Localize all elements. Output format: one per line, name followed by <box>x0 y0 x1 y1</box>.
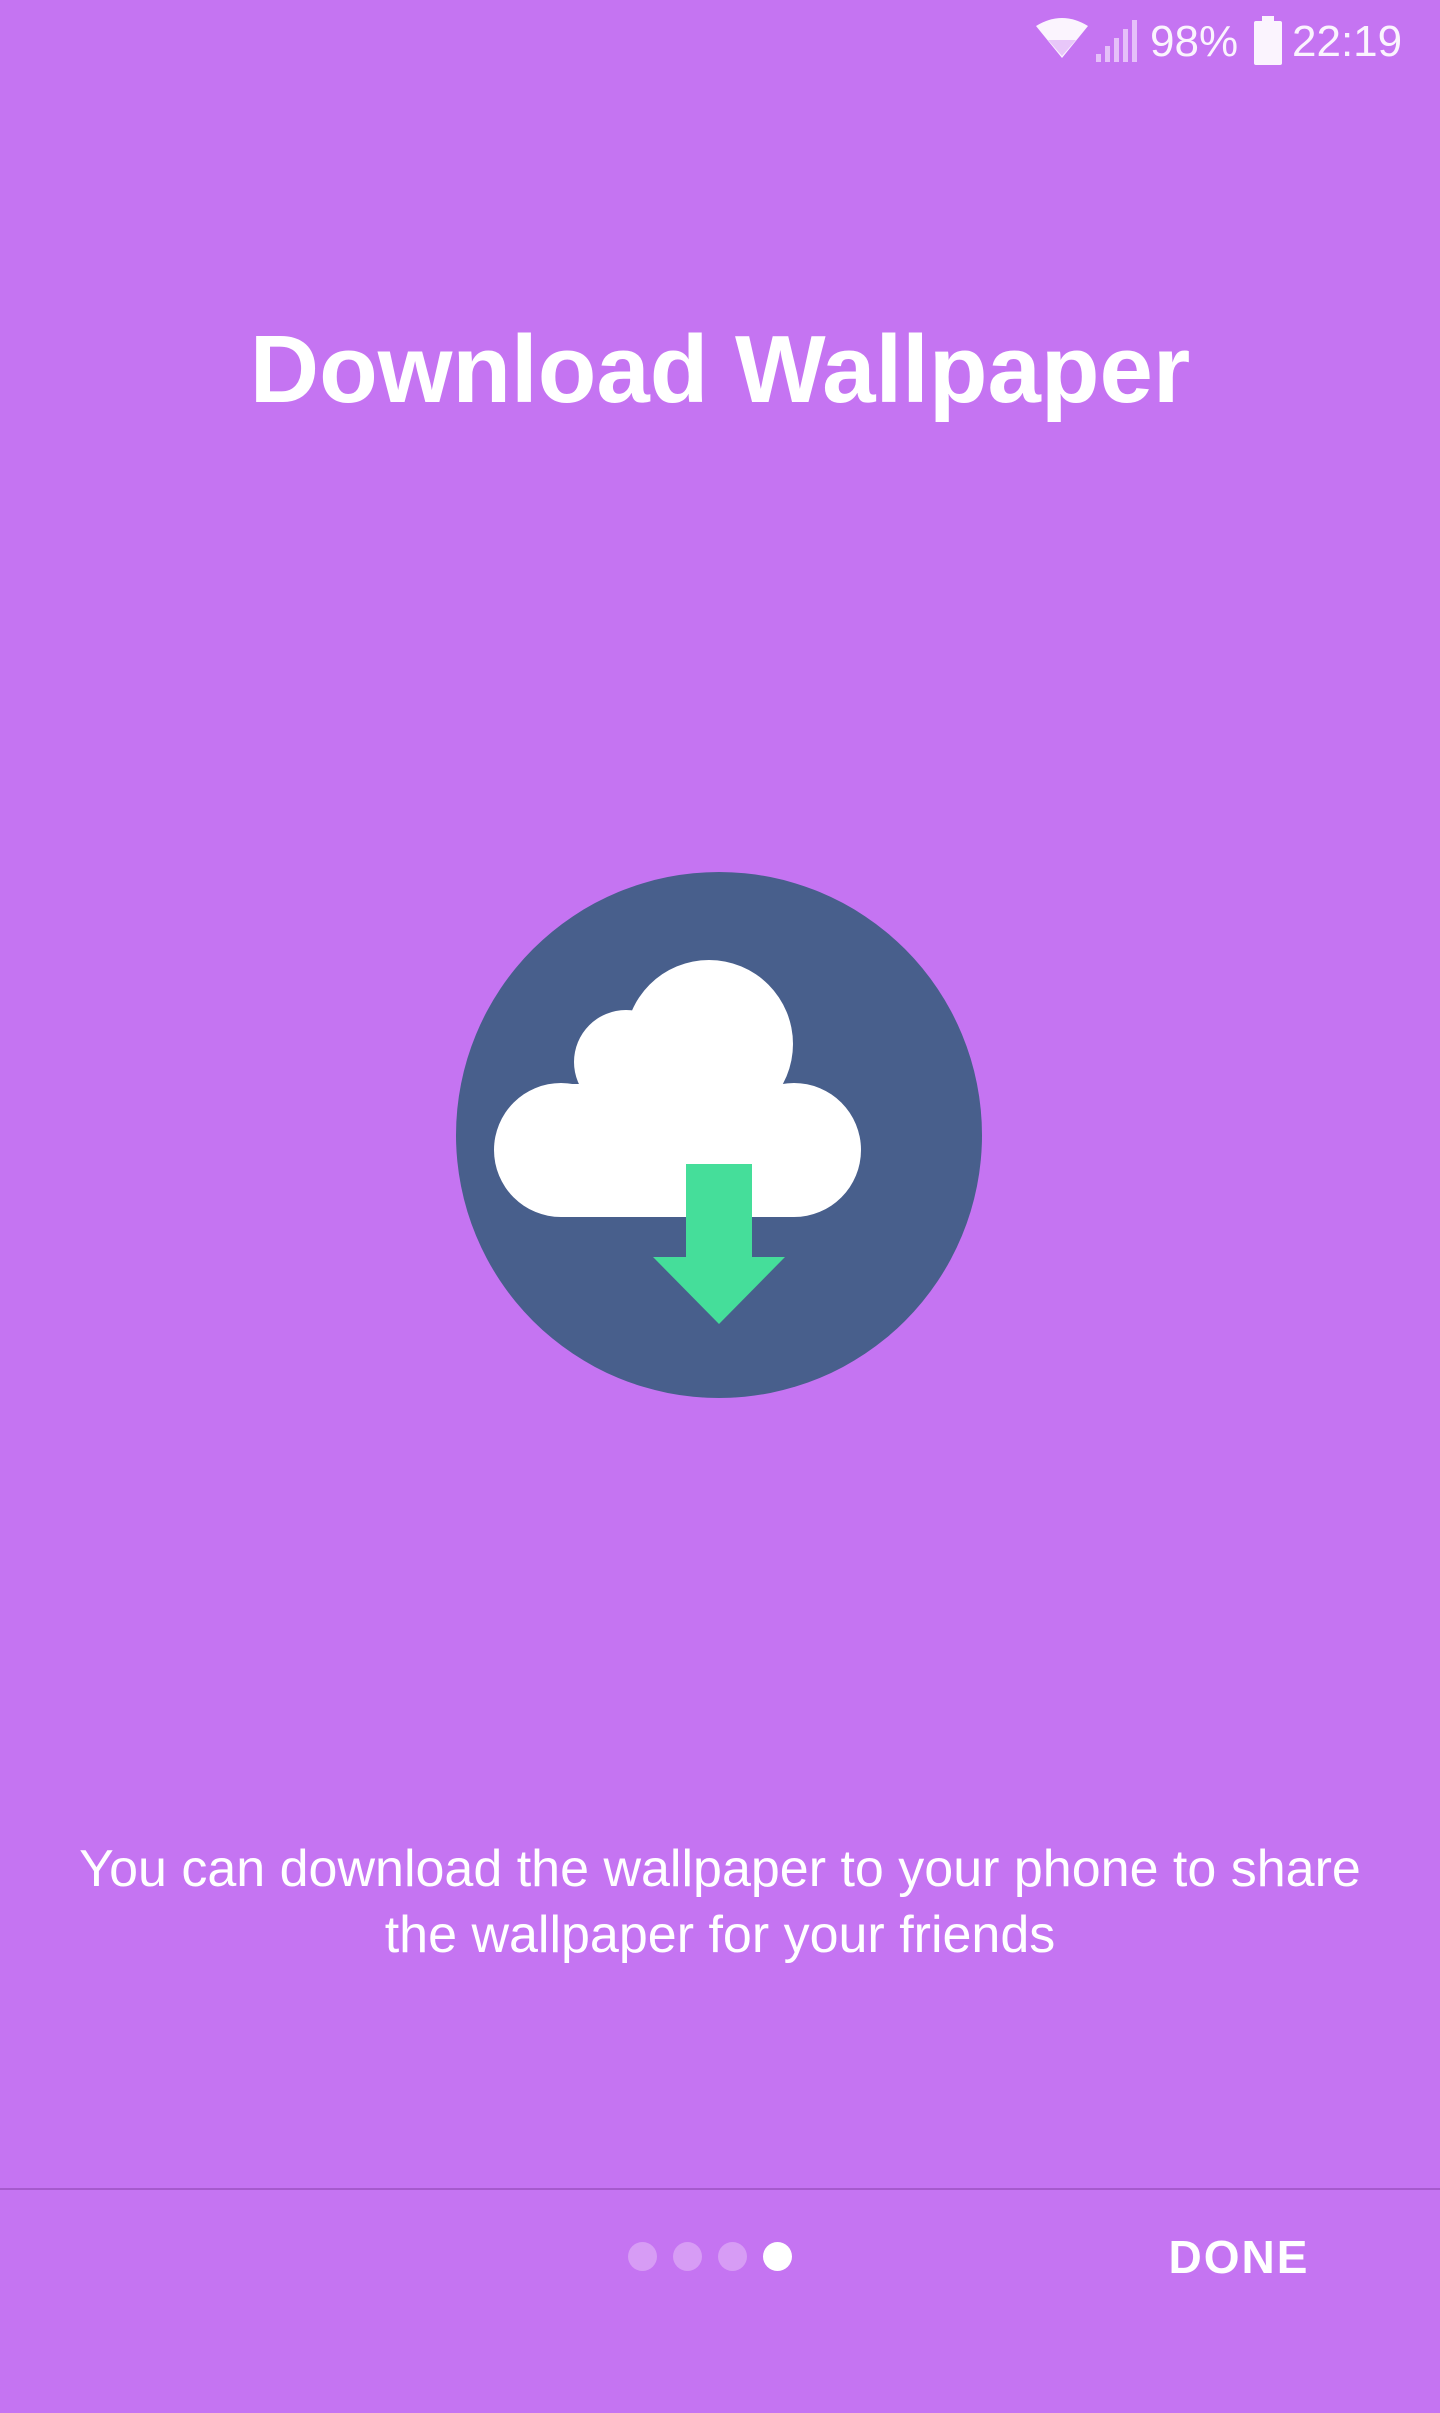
page-dot-3[interactable] <box>718 2242 747 2271</box>
status-bar: 98% 22:19 <box>0 0 1440 84</box>
page-dot-4[interactable] <box>763 2242 792 2271</box>
signal-icon <box>1096 20 1137 62</box>
page-dot-2[interactable] <box>673 2242 702 2271</box>
battery-icon <box>1254 16 1282 65</box>
onboarding-screen: 98% 22:19 Download Wallpaper You can dow… <box>0 0 1440 2413</box>
done-button[interactable]: DONE <box>1144 2214 1334 2300</box>
wifi-icon <box>1036 18 1088 58</box>
page-dot-1[interactable] <box>628 2242 657 2271</box>
page-description: You can download the wallpaper to your p… <box>79 1840 1361 1964</box>
page-title: Download Wallpaper <box>249 316 1191 423</box>
cloud-download-icon <box>456 872 982 1398</box>
footer-bar: DONE <box>0 2190 1440 2413</box>
battery-percent: 98% <box>1150 17 1239 66</box>
page-indicator <box>628 2242 792 2274</box>
status-time: 22:19 <box>1292 17 1403 66</box>
